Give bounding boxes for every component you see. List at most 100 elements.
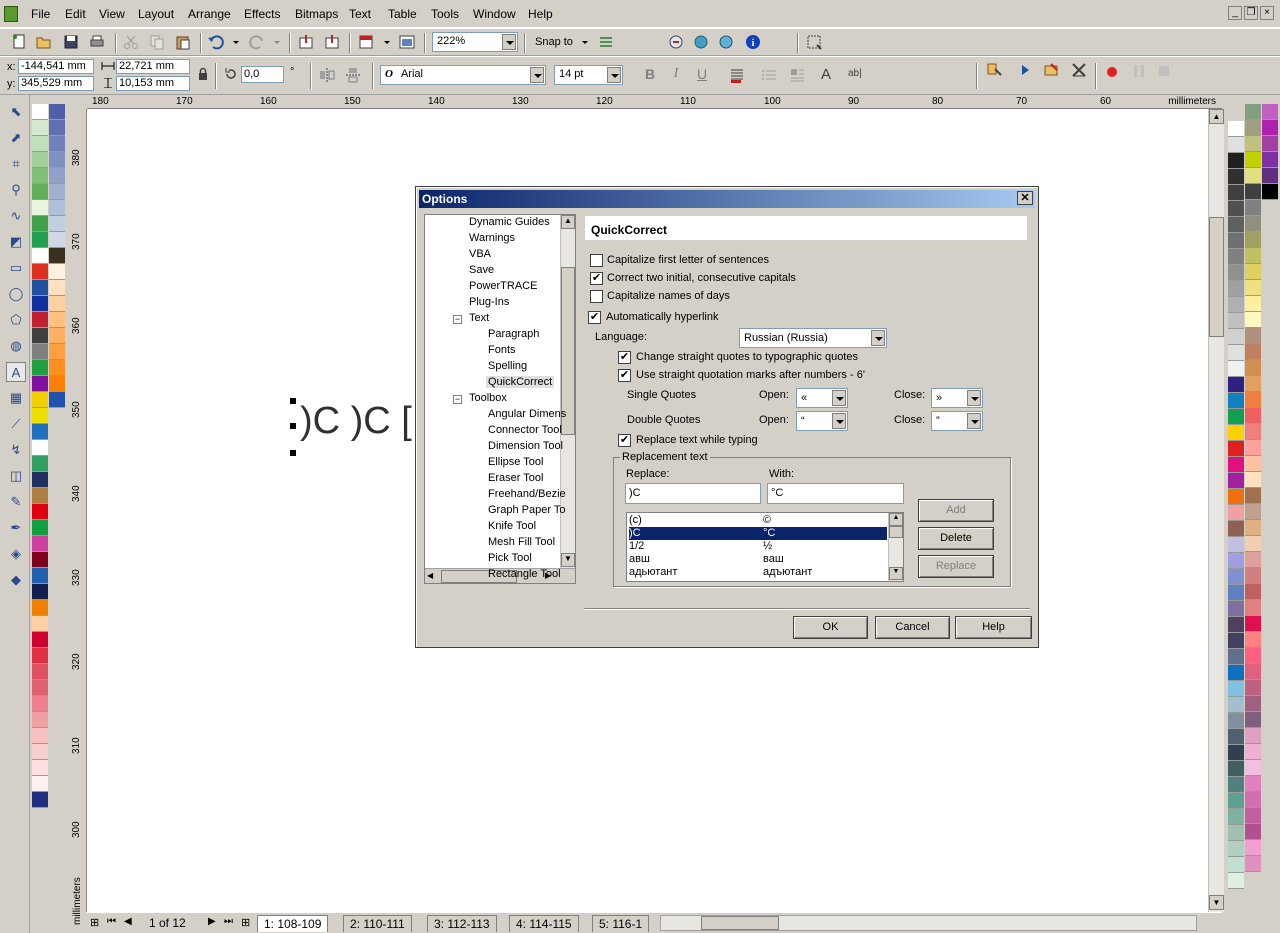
- outline-pen-tool-icon[interactable]: ✒: [6, 518, 26, 538]
- first-page-icon[interactable]: ⏮: [107, 916, 116, 927]
- zoom-tool-icon[interactable]: ⚲: [6, 180, 26, 200]
- scroll-down-icon[interactable]: ▼: [1209, 895, 1224, 910]
- menu-file[interactable]: File: [31, 7, 50, 21]
- rectangle-tool-icon[interactable]: ▭: [6, 258, 26, 278]
- color-swatch[interactable]: [1245, 104, 1261, 120]
- list-item[interactable]: 1/2 ½: [629, 540, 887, 553]
- color-swatch[interactable]: [1228, 665, 1244, 681]
- color-swatch[interactable]: [1228, 793, 1244, 809]
- color-swatch[interactable]: [1228, 249, 1244, 265]
- open-icon[interactable]: [35, 33, 53, 51]
- list-scroll-down-icon[interactable]: ▼: [889, 567, 903, 580]
- page-tab[interactable]: 2: 110-111: [343, 915, 412, 932]
- color-swatch[interactable]: [1245, 824, 1261, 840]
- color-swatch[interactable]: [1228, 345, 1244, 361]
- color-swatch[interactable]: [1228, 617, 1244, 633]
- selection-handle[interactable]: [290, 423, 296, 429]
- color-swatch[interactable]: [1245, 760, 1261, 776]
- color-swatch[interactable]: [1228, 441, 1244, 457]
- list-scroll-up-icon[interactable]: ▲: [889, 513, 903, 526]
- menu-table[interactable]: Table: [388, 7, 417, 21]
- selection-handle[interactable]: [290, 450, 296, 456]
- menu-view[interactable]: View: [99, 7, 125, 21]
- vertical-scrollbar[interactable]: ▲ ▼: [1208, 109, 1224, 912]
- horizontal-scrollbar[interactable]: [660, 915, 1197, 931]
- tree-item[interactable]: Spelling: [488, 360, 527, 372]
- color-swatch[interactable]: [1245, 632, 1261, 648]
- color-swatch[interactable]: [49, 248, 65, 264]
- menu-tools[interactable]: Tools: [431, 7, 459, 21]
- color-swatch[interactable]: [1228, 841, 1244, 857]
- basic-shapes-tool-icon[interactable]: ◍: [6, 336, 26, 356]
- color-swatch[interactable]: [32, 312, 48, 328]
- replace-button[interactable]: Replace: [918, 555, 994, 578]
- color-swatch[interactable]: [1245, 120, 1261, 136]
- color-swatch[interactable]: [32, 232, 48, 248]
- color-swatch[interactable]: [1245, 856, 1261, 872]
- tree-item[interactable]: Rectangle Tool: [488, 568, 561, 580]
- color-swatch[interactable]: [1228, 825, 1244, 841]
- shape-tool-icon[interactable]: ⬈: [6, 128, 26, 148]
- tree-item[interactable]: Knife Tool: [488, 520, 536, 532]
- color-swatch[interactable]: [1245, 296, 1261, 312]
- color-swatch[interactable]: [1228, 409, 1244, 425]
- color-swatch[interactable]: [1245, 520, 1261, 536]
- minimize-icon[interactable]: _: [1228, 6, 1242, 20]
- color-swatch[interactable]: [49, 232, 65, 248]
- menu-help[interactable]: Help: [528, 7, 553, 21]
- tree-item[interactable]: Mesh Fill Tool: [488, 536, 555, 548]
- color-swatch[interactable]: [1245, 728, 1261, 744]
- options-icon[interactable]: [805, 33, 823, 51]
- color-swatch[interactable]: [1228, 553, 1244, 569]
- color-swatch[interactable]: [1228, 873, 1244, 889]
- color-swatch[interactable]: [1245, 504, 1261, 520]
- table-tool-icon[interactable]: ▦: [6, 388, 26, 408]
- color-swatch[interactable]: [32, 760, 48, 776]
- color-swatch[interactable]: [1245, 440, 1261, 456]
- list-item[interactable]: )C °C: [629, 527, 887, 540]
- color-swatch[interactable]: [32, 680, 48, 696]
- tree-scroll-up-icon[interactable]: ▲: [561, 215, 575, 229]
- redo-icon[interactable]: [248, 33, 266, 51]
- color-swatch[interactable]: [1228, 185, 1244, 201]
- format-text-icon[interactable]: A: [821, 66, 841, 84]
- app-icon[interactable]: [4, 6, 18, 22]
- dialog-close-button[interactable]: ✕: [1017, 191, 1033, 205]
- underline-icon[interactable]: U: [693, 66, 711, 84]
- snap-to-label[interactable]: Snap to: [535, 36, 573, 48]
- rotation-angle-field[interactable]: 0,0: [241, 66, 284, 83]
- color-swatch[interactable]: [1262, 184, 1278, 200]
- tree-item[interactable]: VBA: [469, 248, 491, 260]
- color-swatch[interactable]: [1228, 393, 1244, 409]
- color-swatch[interactable]: [32, 168, 48, 184]
- color-swatch[interactable]: [49, 392, 65, 408]
- tree-item[interactable]: Warnings: [469, 232, 515, 244]
- color-swatch[interactable]: [49, 328, 65, 344]
- double-open-dropdown-icon[interactable]: [832, 413, 846, 429]
- menu-effects[interactable]: Effects: [244, 7, 280, 21]
- color-swatch[interactable]: [32, 216, 48, 232]
- whats-new-icon[interactable]: [717, 33, 735, 51]
- color-swatch[interactable]: [1262, 136, 1278, 152]
- font-list-field[interactable]: O Arial: [380, 65, 546, 85]
- color-swatch[interactable]: [1245, 344, 1261, 360]
- tree-item[interactable]: Graph Paper To: [488, 504, 565, 516]
- color-swatch[interactable]: [32, 248, 48, 264]
- close-icon[interactable]: ×: [1260, 6, 1274, 20]
- list-item[interactable]: авш ваш: [629, 553, 887, 566]
- horizontal-scroll-thumb[interactable]: [701, 916, 779, 930]
- tree-item[interactable]: Dynamic Guides: [469, 216, 550, 228]
- tree-item[interactable]: Save: [469, 264, 494, 276]
- color-swatch[interactable]: [1228, 489, 1244, 505]
- color-swatch[interactable]: [49, 280, 65, 296]
- color-swatch[interactable]: [32, 696, 48, 712]
- menu-text[interactable]: Text: [349, 7, 371, 21]
- language-dropdown-icon[interactable]: [871, 330, 885, 346]
- color-swatch[interactable]: [1228, 329, 1244, 345]
- color-swatch[interactable]: [1245, 376, 1261, 392]
- color-swatch[interactable]: [32, 552, 48, 568]
- color-swatch[interactable]: [32, 472, 48, 488]
- color-swatch[interactable]: [1262, 120, 1278, 136]
- color-swatch[interactable]: [32, 488, 48, 504]
- freehand-tool-icon[interactable]: ∿: [6, 206, 26, 226]
